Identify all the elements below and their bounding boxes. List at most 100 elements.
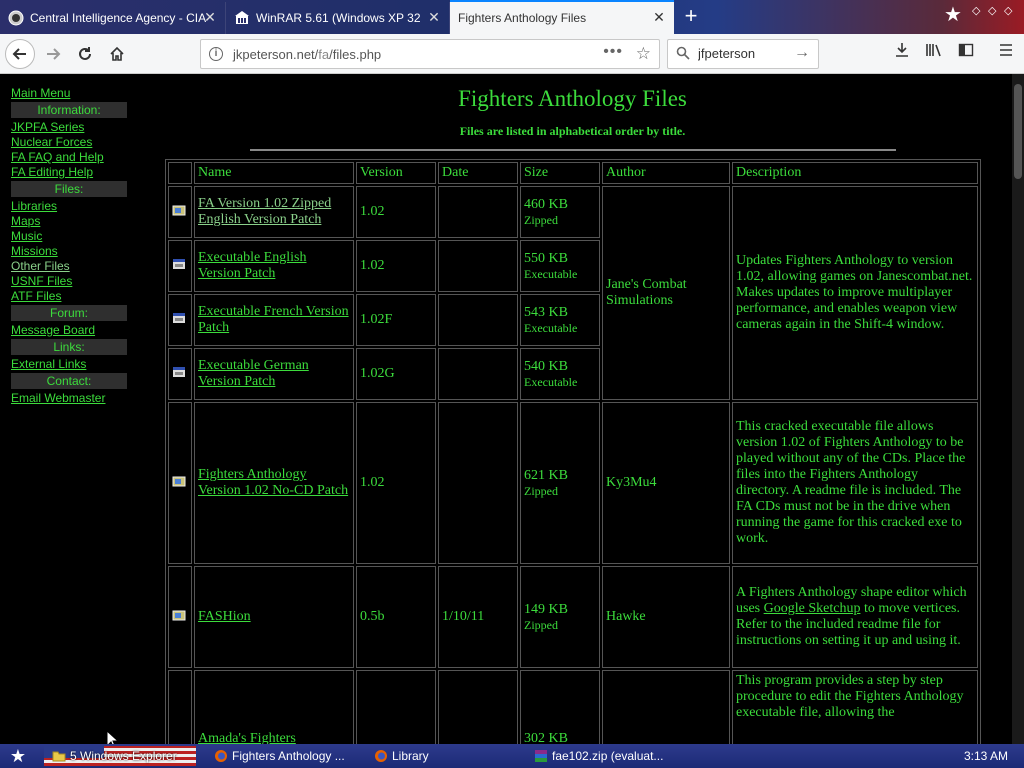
taskbar-item-winrar[interactable]: fae102.zip (evaluat... [530, 746, 663, 766]
file-link[interactable]: FA Version 1.02 Zipped English Version P… [198, 196, 331, 227]
file-icon-cell [168, 566, 192, 668]
size-value: 543 KB [524, 304, 568, 320]
new-tab-button[interactable]: + [678, 4, 704, 30]
version-cell: 1.02 [356, 240, 436, 292]
file-link[interactable]: Fighters Anthology Version 1.02 No-CD Pa… [198, 467, 348, 498]
zip-file-icon [172, 205, 186, 215]
executable-file-icon [173, 258, 185, 269]
header-description: Description [732, 162, 978, 184]
sidebar-header-forum: Forum: [11, 305, 127, 321]
star-icon: ★ [944, 4, 962, 26]
firefox-icon [214, 749, 228, 763]
sidebar-link-usnf-files[interactable]: USNF Files [11, 274, 127, 289]
sidebar-header-links: Links: [11, 339, 127, 355]
home-button[interactable] [102, 39, 132, 69]
tab-title: Central Intelligence Agency - CIA [30, 11, 207, 25]
file-name-cell: FA Version 1.02 Zipped English Version P… [194, 186, 354, 238]
file-icon-cell [168, 240, 192, 292]
sidebar-link-message-board[interactable]: Message Board [11, 323, 127, 338]
sidebar-link-atf-files[interactable]: ATF Files [11, 289, 127, 304]
author-cell: Jane's Combat Simulations [602, 186, 730, 400]
file-link[interactable]: Amada's Fighters [198, 731, 296, 744]
description-cell: This program provides a step by step pro… [732, 670, 978, 744]
sidebar-link-other-files[interactable]: Other Files [11, 259, 127, 274]
taskbar-item-windows-explorer[interactable]: 5 Windows Explorer [48, 746, 177, 766]
mouse-cursor-icon [106, 730, 120, 744]
taskbar-item-label: Library [392, 749, 429, 763]
forward-button[interactable] [38, 39, 68, 69]
page-scrollbar[interactable] [1012, 74, 1024, 744]
file-link[interactable]: FASHion [198, 609, 251, 624]
sidebar-link-external-links[interactable]: External Links [11, 357, 127, 372]
size-cell: 149 KB Zipped [520, 566, 600, 668]
size-cell: 550 KB Executable [520, 240, 600, 292]
bookmark-star-icon[interactable]: ☆ [636, 44, 651, 64]
window-icon[interactable]: ◇ [972, 4, 980, 17]
close-tab-icon[interactable]: ✕ [652, 10, 666, 24]
file-link[interactable]: Executable German Version Patch [198, 358, 309, 389]
date-cell [438, 670, 518, 744]
google-sketchup-link[interactable]: Google Sketchup [764, 601, 861, 616]
sidebar-link-maps[interactable]: Maps [11, 214, 127, 229]
sidebar-toggle-icon[interactable] [954, 42, 978, 66]
taskbar-item-label: fae102.zip (evaluat... [552, 749, 664, 763]
taskbar-item-firefox[interactable]: Fighters Anthology ... [210, 746, 345, 766]
start-button[interactable]: ★ [4, 746, 32, 766]
sidebar-link-jkpfa-series[interactable]: JKPFA Series [11, 120, 127, 135]
web-page: Main Menu Information: JKPFA Series Nucl… [0, 74, 1012, 744]
description-cell: Updates Fighters Anthology to version 1.… [732, 186, 978, 400]
sidebar-link-libraries[interactable]: Libraries [11, 199, 127, 214]
size-value: 621 KB [524, 467, 568, 483]
search-bar[interactable]: → [667, 39, 819, 69]
page-actions-icon[interactable]: ••• [603, 43, 623, 61]
header-date: Date [438, 162, 518, 184]
scrollbar-thumb[interactable] [1014, 84, 1022, 179]
back-button[interactable] [5, 39, 35, 69]
hamburger-menu-icon[interactable] [994, 42, 1018, 66]
table-row: Amada's Fighters 302 KB This program pro… [168, 670, 978, 744]
window-icon[interactable]: ◇ [1004, 4, 1012, 17]
sidebar-link-fa-editing-help[interactable]: FA Editing Help [11, 165, 127, 180]
file-type: Executable [524, 320, 578, 335]
file-name-cell: Executable English Version Patch [194, 240, 354, 292]
close-tab-icon[interactable]: ✕ [427, 10, 441, 24]
taskbar-item-label: 5 Windows Explorer [70, 749, 177, 763]
file-name-cell: FASHion [194, 566, 354, 668]
address-bar[interactable]: i jkpeterson.net/fa/files.php ••• ☆ [200, 39, 660, 69]
reload-icon [79, 47, 91, 60]
sidebar-link-missions[interactable]: Missions [11, 244, 127, 259]
file-icon-cell [168, 670, 192, 744]
header-size: Size [520, 162, 600, 184]
table-row: Fighters Anthology Version 1.02 No-CD Pa… [168, 402, 978, 564]
files-table: Name Version Date Size Author Descriptio… [165, 159, 981, 744]
version-cell: 1.02 [356, 402, 436, 564]
page-title: Fighters Anthology Files [458, 86, 687, 111]
library-icon [374, 749, 388, 763]
search-input[interactable] [698, 46, 788, 61]
file-icon-cell [168, 348, 192, 400]
folder-icon [52, 749, 66, 763]
window-icon[interactable]: ◇ [988, 4, 996, 17]
version-cell: 1.02F [356, 294, 436, 346]
tab-winrar[interactable]: WinRAR 5.61 (Windows XP 32-Bit) ✕ [226, 2, 450, 34]
search-go-icon[interactable]: → [794, 44, 810, 62]
file-link[interactable]: Executable English Version Patch [198, 250, 306, 281]
site-info-icon[interactable]: i [209, 47, 223, 61]
taskbar-item-library[interactable]: Library [370, 746, 429, 766]
size-value: 302 KB [524, 731, 568, 744]
library-icon[interactable] [922, 42, 946, 66]
sidebar-link-music[interactable]: Music [11, 229, 127, 244]
sidebar-link-email-webmaster[interactable]: Email Webmaster [11, 391, 127, 406]
downloads-icon[interactable] [890, 42, 914, 66]
sidebar-link-nuclear-forces[interactable]: Nuclear Forces [11, 135, 127, 150]
file-link[interactable]: Executable French Version Patch [198, 304, 349, 335]
reload-button[interactable] [70, 39, 100, 69]
tab-cia[interactable]: Central Intelligence Agency - CIA ✕ [0, 2, 226, 34]
close-tab-icon[interactable]: ✕ [203, 10, 217, 24]
date-cell [438, 294, 518, 346]
main-menu-link[interactable]: Main Menu [11, 86, 127, 101]
tab-fighters-anthology-files[interactable]: Fighters Anthology Files ✕ [450, 0, 674, 34]
cia-seal-icon [8, 10, 24, 26]
date-cell: 1/10/11 [438, 566, 518, 668]
sidebar-link-fa-faq[interactable]: FA FAQ and Help [11, 150, 127, 165]
